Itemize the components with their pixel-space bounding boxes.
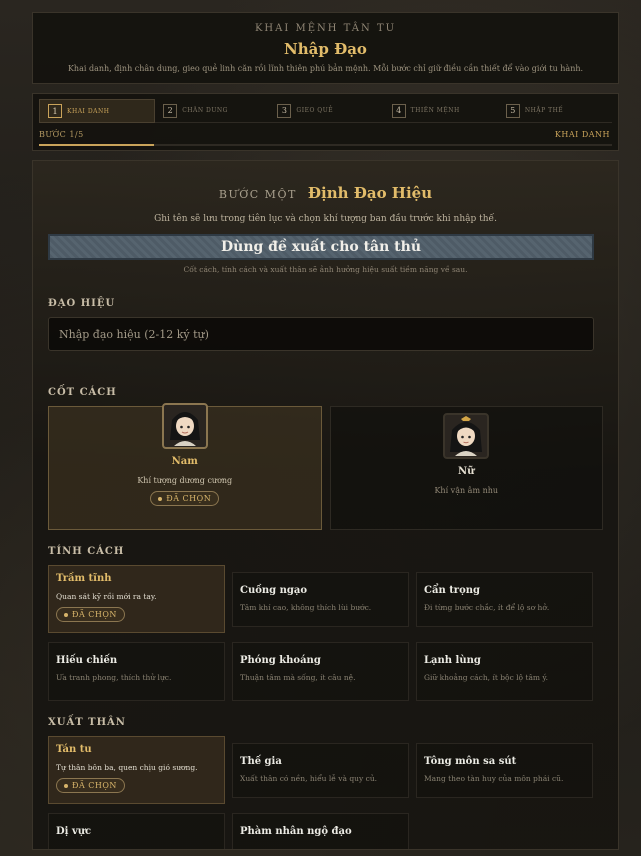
option-name: Phóng khoáng [240,655,321,666]
badge-dot-icon [158,497,163,501]
header-description: Khai danh, định chân dung, gieo quẻ linh… [67,64,584,73]
badge-dot-icon [64,784,68,788]
step-counter: BƯỚC 1/5 [39,130,84,139]
step-nhap-the[interactable]: 5 NHẬP THẾ [497,99,613,123]
step-number: 3 [277,103,292,118]
step-khai-danh[interactable]: 1 KHAI DANH [39,99,156,123]
option-description: Xuất thân có nền, hiểu lễ và quy củ. [240,774,378,783]
step-number: 4 [391,103,406,118]
option-description: Tâm khí cao, không thích lùi bước. [240,603,372,612]
main-panel: BƯỚC MỘT Định Đạo Hiệu Ghi tên sẽ lưu tr… [32,160,619,850]
option-description: Quan sát kỹ rồi mới ra tay. [56,592,157,601]
step-gieo-que[interactable]: 3 GIEO QUẺ [269,99,384,123]
option-name: Phàm nhân ngộ đạo [240,826,352,837]
personality-option-hieu-chien[interactable]: Hiếu chiến Ưa tranh phong, thích thử lực… [48,642,225,701]
female-avatar [443,413,490,459]
step-label: KHAI DANH [67,107,110,115]
name-field-label: ĐẠO HIỆU [48,298,116,309]
section-heading: BƯỚC MỘT Định Đạo Hiệu [33,183,618,202]
section-title: Định Đạo Hiệu [307,184,433,202]
badge-dot-icon [64,613,68,617]
step-label: THIÊN MỆNH [410,107,460,114]
option-description: Ưa tranh phong, thích thử lực. [56,673,172,682]
personality-option-phong-khoang[interactable]: Phóng khoáng Thuận tâm mà sống, ít câu n… [232,642,409,701]
current-step-name: KHAI DANH [554,130,610,139]
name-input[interactable] [48,317,594,351]
male-avatar [161,403,208,449]
progress-bar [39,144,612,146]
selected-badge: ĐÃ CHỌN [150,491,220,506]
gender-label: CỐT CÁCH [48,387,117,398]
progress-fill [39,144,154,146]
origin-option-the-gia[interactable]: Thế gia Xuất thân có nền, hiểu lễ và quy… [232,743,409,798]
origin-option-pham-nhan-ngo-dao[interactable]: Phàm nhân ngộ đạo [232,813,409,849]
step-thien-menh[interactable]: 4 THIÊN MỆNH [383,99,498,123]
section-prefix: BƯỚC MỘT [218,188,297,201]
step-number: 1 [48,104,62,118]
personality-option-cuong-ngao[interactable]: Cuồng ngạo Tâm khí cao, không thích lùi … [232,572,409,627]
option-name: Cuồng ngạo [240,585,308,596]
origin-options: Tán tu Tự thân bôn ba, quen chịu gió sươ… [48,736,603,849]
step-label: CHÂN DUNG [182,107,228,114]
option-description: Giữ khoảng cách, ít bộc lộ tâm ý. [424,673,549,682]
personality-option-tram-tinh[interactable]: Trầm tĩnh Quan sát kỹ rồi mới ra tay. ĐÃ… [48,565,225,633]
section-subtitle: Ghi tên sẽ lưu trong tiên lục và chọn kh… [154,214,497,224]
gender-name: Nam [171,456,198,467]
origin-option-di-vuc[interactable]: Dị vực [48,813,225,849]
origin-label: XUẤT THÂN [48,717,126,728]
option-description: Thuận tâm mà sống, ít câu nệ. [240,673,356,682]
step-progress: 1 KHAI DANH 2 CHÂN DUNG 3 GIEO QUẺ 4 THI… [32,93,619,151]
option-name: Thế gia [240,756,282,767]
use-suggestion-button[interactable]: Dùng đề xuất cho tân thủ [48,234,594,260]
page-title: Nhập Đạo [284,40,367,58]
personality-option-can-trong[interactable]: Cẩn trọng Đi từng bước chắc, ít để lộ sơ… [416,572,593,627]
option-description: Đi từng bước chắc, ít để lộ sơ hở. [424,603,550,612]
personality-label: TÍNH CÁCH [48,546,125,557]
suggestion-note: Cốt cách, tính cách và xuất thân sẽ ảnh … [183,265,468,274]
header-kicker: KHAI MỆNH TÂN TU [254,23,397,34]
personality-option-lanh-lung[interactable]: Lạnh lùng Giữ khoảng cách, ít bộc lộ tâm… [416,642,593,701]
gender-options: Nam Khí tượng dương cương ĐÃ CHỌN Nữ Khí… [48,403,603,530]
selected-badge: ĐÃ CHỌN [56,778,125,793]
selected-badge: ĐÃ CHỌN [56,607,125,622]
gender-description: Khí tượng dương cương [137,476,233,485]
option-name: Dị vực [56,826,92,837]
step-list: 1 KHAI DANH 2 CHÂN DUNG 3 GIEO QUẺ 4 THI… [39,99,613,123]
gender-option-male[interactable]: Nam Khí tượng dương cương ĐÃ CHỌN [48,403,322,530]
origin-option-tan-tu[interactable]: Tán tu Tự thân bôn ba, quen chịu gió sươ… [48,736,225,804]
option-name: Lạnh lùng [424,655,481,666]
origin-option-tong-mon-sa-sut[interactable]: Tông môn sa sút Mang theo tàn huy của mô… [416,743,593,798]
step-label: GIEO QUẺ [296,107,334,114]
option-name: Tông môn sa sút [424,756,517,767]
header-panel: KHAI MỆNH TÂN TU Nhập Đạo Khai danh, địn… [32,12,619,84]
option-name: Trầm tĩnh [56,573,112,584]
option-name: Cẩn trọng [424,585,481,596]
step-label: NHẬP THẾ [524,107,564,114]
step-number: 5 [505,103,520,118]
gender-description: Khí vận âm nhu [434,486,499,495]
option-description: Tự thân bôn ba, quen chịu gió sương. [56,763,198,772]
male-portrait-icon [169,412,200,446]
option-name: Hiếu chiến [56,655,118,666]
female-portrait-icon [450,416,483,456]
step-chan-dung[interactable]: 2 CHÂN DUNG [155,99,270,123]
option-name: Tán tu [56,744,92,755]
gender-name: Nữ [458,466,475,477]
gender-option-female[interactable]: Nữ Khí vận âm nhu [329,406,603,530]
option-description: Mang theo tàn huy của môn phái cũ. [424,774,564,783]
step-number: 2 [163,103,178,118]
personality-options: Trầm tĩnh Quan sát kỹ rồi mới ra tay. ĐÃ… [48,565,603,701]
